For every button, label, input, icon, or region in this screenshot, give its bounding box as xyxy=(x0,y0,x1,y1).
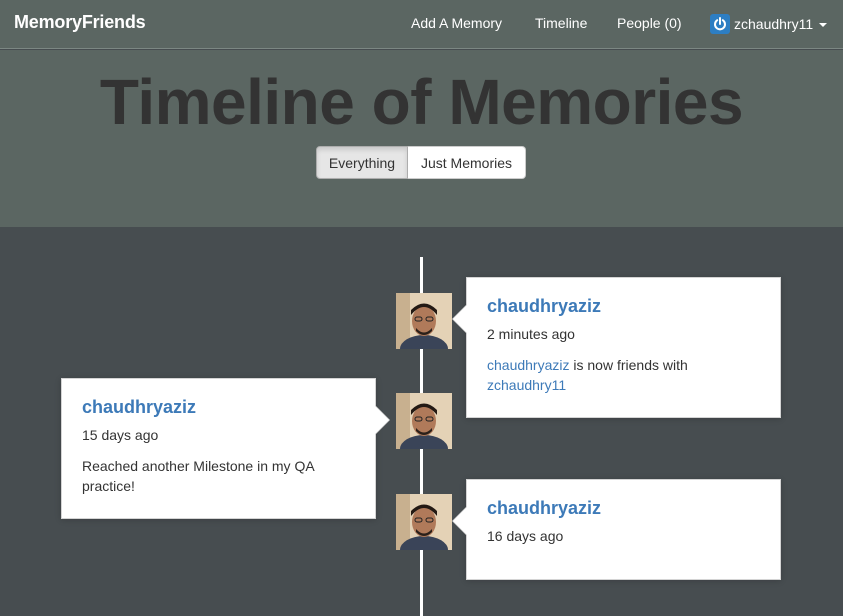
card-body: chaudhryaziz is now friends with zchaudh… xyxy=(487,355,760,395)
page-header: Timeline of Memories Everything Just Mem… xyxy=(0,50,843,227)
page-title: Timeline of Memories xyxy=(99,66,744,138)
nav-timeline[interactable]: Timeline xyxy=(535,15,587,31)
user-menu[interactable]: zchaudhry11 xyxy=(710,12,828,36)
brand-link[interactable]: MemoryFriends xyxy=(14,12,146,33)
avatar xyxy=(396,393,452,449)
filter-everything-button[interactable]: Everything xyxy=(316,146,408,179)
avatar xyxy=(396,494,452,550)
navbar: MemoryFriends Add A Memory Timeline Peop… xyxy=(0,0,843,49)
user-name: zchaudhry11 xyxy=(734,16,814,32)
friend-link[interactable]: chaudhryaziz xyxy=(487,357,570,373)
card-body: Reached another Milestone in my QA pract… xyxy=(82,458,314,494)
friend-link[interactable]: zchaudhry11 xyxy=(487,377,566,393)
nav-add-memory[interactable]: Add A Memory xyxy=(411,15,502,31)
card-timestamp: 16 days ago xyxy=(487,528,564,544)
card-timestamp: 15 days ago xyxy=(82,427,159,443)
card-author-link[interactable]: chaudhryaziz xyxy=(82,397,355,418)
power-icon xyxy=(710,14,730,34)
timeline-card: chaudhryaziz 15 days ago Reached another… xyxy=(61,378,390,519)
card-author-link[interactable]: chaudhryaziz xyxy=(487,296,760,317)
card-author-link[interactable]: chaudhryaziz xyxy=(487,498,760,519)
card-timestamp: 2 minutes ago xyxy=(487,326,575,342)
timeline-card: chaudhryaziz 2 minutes ago chaudhryaziz … xyxy=(452,277,781,418)
nav-people[interactable]: People (0) xyxy=(617,15,682,31)
caret-down-icon xyxy=(819,23,828,27)
timeline-card: chaudhryaziz 16 days ago xyxy=(452,479,781,580)
card-body-text: is now friends with xyxy=(569,357,688,373)
filter-toggle: Everything Just Memories xyxy=(316,146,526,179)
avatar xyxy=(396,293,452,349)
filter-just-memories-button[interactable]: Just Memories xyxy=(408,146,526,179)
